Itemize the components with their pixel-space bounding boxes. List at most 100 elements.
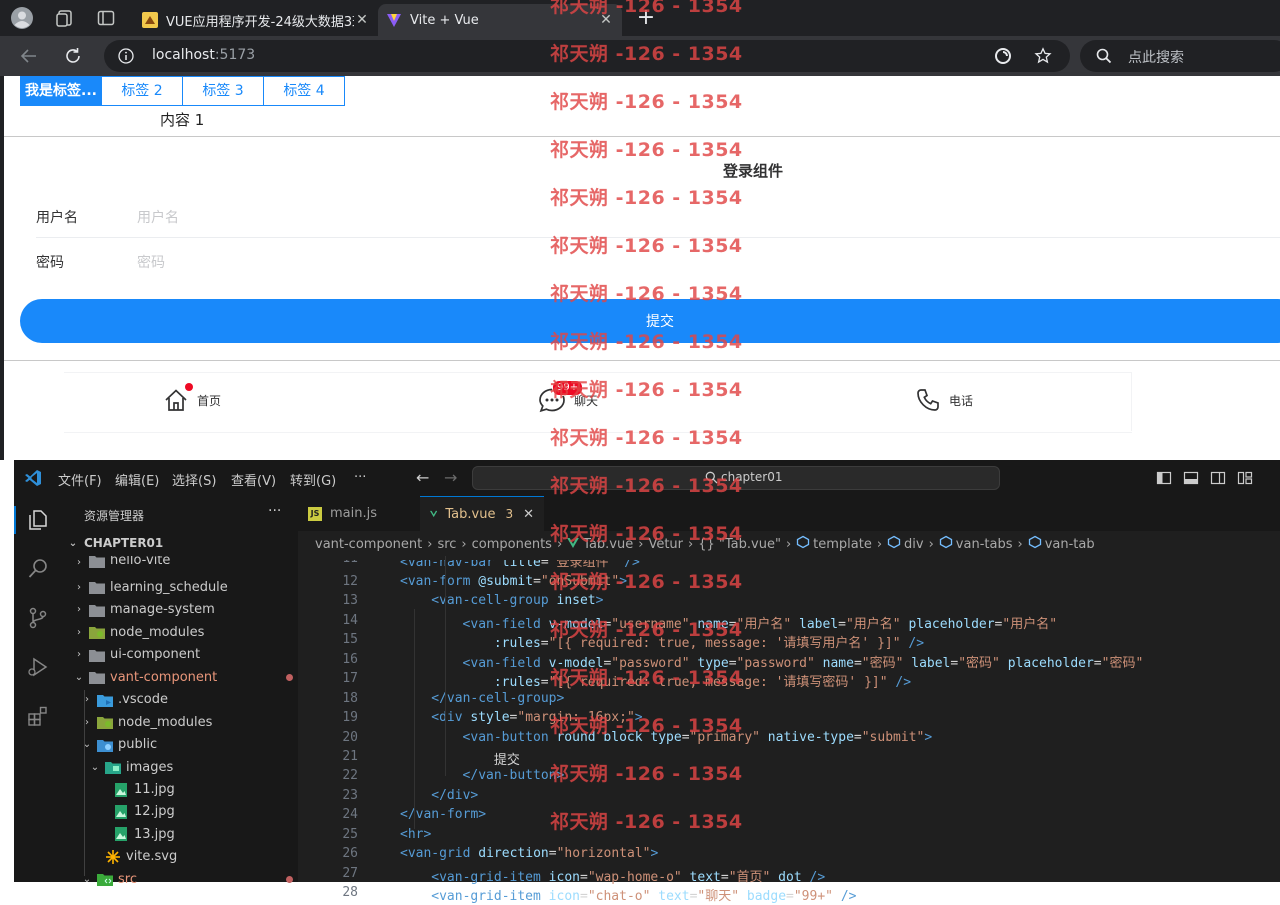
grid-item-chat[interactable]: 99+ 聊天: [538, 380, 598, 414]
tree-item[interactable]: › hello-vite: [62, 556, 298, 568]
menu-go[interactable]: 转到(G): [290, 470, 336, 489]
code-token: =: [786, 889, 794, 905]
image-icon: [110, 827, 134, 842]
code-token: =: [720, 869, 729, 885]
image-icon: [110, 804, 134, 819]
cell-divider: [36, 237, 1280, 238]
run-debug-icon[interactable]: [26, 655, 50, 679]
chevron-icon: ›: [77, 581, 81, 593]
toggle-panel-icon[interactable]: [1183, 470, 1199, 486]
browser-tab-vite[interactable]: Vite + Vue ✕: [378, 4, 622, 36]
menu-view[interactable]: 查看(V): [231, 470, 276, 489]
line-number: 26: [342, 846, 358, 862]
code-token: />: [616, 559, 640, 570]
window-edge: [0, 76, 4, 460]
code-text: <van-cell-group inset>: [431, 593, 603, 608]
tree-item[interactable]: vite.svg: [62, 846, 298, 868]
refresh-icon[interactable]: [62, 45, 84, 67]
breadcrumb-item[interactable]: components: [472, 537, 552, 552]
course-favicon-icon: [142, 12, 158, 28]
submit-button[interactable]: 提交: [20, 299, 1280, 343]
site-info-icon[interactable]: [118, 48, 134, 64]
breadcrumb-item[interactable]: van-tab: [1045, 537, 1095, 552]
tab-actions-icon[interactable]: [95, 7, 117, 29]
workspace-root[interactable]: ⌄ CHAPTER01: [62, 532, 298, 554]
favorite-star-icon[interactable]: [1034, 47, 1052, 65]
tree-item[interactable]: › .vscode: [62, 689, 298, 711]
tree-item[interactable]: 13.jpg: [62, 823, 298, 845]
browser-search-box[interactable]: 点此搜索: [1080, 40, 1280, 72]
profile-avatar-icon[interactable]: [11, 7, 33, 29]
code-token: placeholder: [999, 655, 1094, 671]
grid-item-home[interactable]: 首页: [163, 383, 221, 414]
van-tab-3[interactable]: 标签 3: [182, 76, 264, 106]
tree-item[interactable]: ⌄ public: [62, 734, 298, 756]
divider: [4, 360, 1280, 361]
command-center[interactable]: chapter01: [472, 466, 1000, 490]
tree-item[interactable]: › node_modules: [62, 711, 298, 733]
close-tab-icon[interactable]: ✕: [354, 12, 370, 28]
breadcrumb-item[interactable]: src: [437, 537, 456, 552]
editor-tab-main-js[interactable]: JS main.js: [298, 496, 420, 531]
search-icon[interactable]: [26, 557, 50, 581]
customize-layout-icon[interactable]: [1237, 470, 1253, 486]
explorer-more-icon[interactable]: ···: [268, 503, 281, 519]
tree-item[interactable]: ⌄ vant-component: [62, 666, 298, 688]
extensions-icon[interactable]: [26, 704, 50, 728]
breadcrumb-item[interactable]: van-tabs: [956, 537, 1013, 552]
tree-item-label: learning_schedule: [110, 579, 228, 595]
van-tab-2[interactable]: 标签 2: [101, 76, 183, 106]
breadcrumb-item[interactable]: template: [813, 537, 872, 552]
breadcrumb-item[interactable]: Tab.vue: [583, 537, 633, 552]
tree-item[interactable]: › manage-system: [62, 599, 298, 621]
back-arrow-icon[interactable]: [18, 45, 40, 67]
menu-more[interactable]: ···: [354, 470, 366, 485]
nav-forward-icon[interactable]: →: [444, 468, 457, 487]
username-input[interactable]: 用户名: [137, 207, 179, 227]
van-tab-4[interactable]: 标签 4: [263, 76, 345, 106]
tree-item[interactable]: › learning_schedule: [62, 576, 298, 598]
code-text: <van-grid-item icon="chat-o" text="聊天" b…: [431, 885, 856, 904]
collections-icon[interactable]: [54, 7, 76, 29]
explorer-icon[interactable]: [26, 508, 50, 532]
tree-item[interactable]: ⌄ src: [62, 868, 298, 890]
breadcrumb-item[interactable]: div: [904, 537, 924, 552]
toggle-secondary-sidebar-icon[interactable]: [1210, 470, 1226, 486]
javascript-file-icon: JS: [308, 506, 322, 521]
breadcrumb-item[interactable]: Vetur: [648, 537, 683, 552]
new-tab-button[interactable]: +: [634, 4, 658, 32]
grid-item-phone[interactable]: 电话: [915, 386, 973, 414]
nav-back-icon[interactable]: ←: [416, 468, 429, 487]
address-bar[interactable]: localhost:5173: [104, 40, 1070, 72]
tree-item[interactable]: 11.jpg: [62, 779, 298, 801]
vscode-window: 文件(F) 编辑(E) 选择(S) 查看(V) 转到(G) ··· ← → ch…: [14, 460, 1280, 904]
tree-item[interactable]: ⌄ images: [62, 756, 298, 778]
breadcrumb-item[interactable]: vant-component: [315, 537, 422, 552]
tree-item[interactable]: › node_modules: [62, 621, 298, 643]
breadcrumb-item[interactable]: {} "Tab.vue": [698, 537, 781, 552]
code-token: "聊天": [697, 889, 740, 905]
tree-item-label: .vscode: [118, 692, 168, 708]
close-tab-icon[interactable]: ✕: [598, 12, 614, 28]
browser-tab-course[interactable]: VUE应用程序开发-24级大数据3班 ✕: [134, 4, 378, 36]
tree-item-label: hello-vite: [110, 556, 171, 568]
tree-item[interactable]: › ui-component: [62, 644, 298, 666]
url-host: localhost: [152, 47, 215, 63]
read-aloud-icon[interactable]: [994, 47, 1012, 65]
grid-separator: [1131, 372, 1132, 431]
van-tab-1[interactable]: 我是标签...: [20, 76, 102, 106]
menu-selection[interactable]: 选择(S): [172, 470, 216, 489]
tree-item[interactable]: 12.jpg: [62, 801, 298, 823]
problem-count: 3: [505, 507, 514, 521]
close-tab-icon[interactable]: ✕: [523, 507, 534, 522]
search-icon: [1096, 48, 1112, 64]
code-text: :rules="[{ required: true, message: '请填写…: [494, 632, 924, 651]
code-token: label: [791, 616, 839, 632]
code-token: badge: [739, 889, 787, 905]
editor-tab-tab-vue[interactable]: Tab.vue 3 ✕: [420, 496, 544, 531]
menu-file[interactable]: 文件(F): [58, 470, 102, 489]
source-control-icon[interactable]: [26, 606, 50, 630]
toggle-sidebar-icon[interactable]: [1156, 470, 1172, 486]
menu-edit[interactable]: 编辑(E): [115, 470, 159, 489]
password-input[interactable]: 密码: [137, 252, 165, 272]
